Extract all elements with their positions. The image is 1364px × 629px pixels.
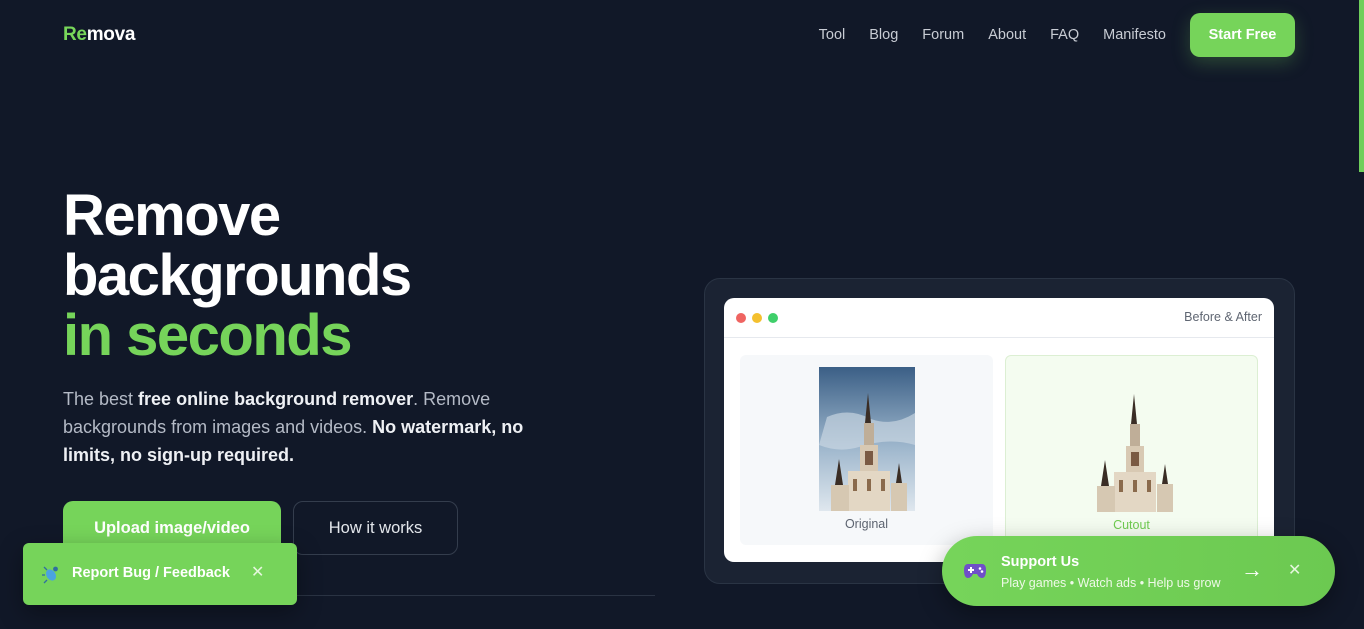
nav-link-forum[interactable]: Forum — [922, 27, 964, 43]
support-us-close-icon[interactable]: ✕ — [1288, 560, 1301, 580]
cutout-panel: Cutout — [1005, 355, 1258, 545]
report-bug-close-icon[interactable]: ✕ — [251, 562, 264, 582]
hero-title: Remove backgrounds in seconds — [63, 183, 412, 368]
nav-link-tool[interactable]: Tool — [819, 27, 846, 43]
cutout-label: Cutout — [1113, 518, 1150, 532]
arrow-right-icon[interactable]: → — [1241, 557, 1263, 583]
hero-title-line3: in seconds — [63, 303, 352, 368]
window-titlebar: Before & After — [724, 298, 1274, 338]
nav-link-blog[interactable]: Blog — [869, 27, 898, 43]
support-us-description: Play games • Watch ads • Help us grow — [1001, 576, 1221, 590]
original-image — [819, 367, 915, 511]
window-title: Before & After — [1184, 310, 1262, 324]
start-free-button[interactable]: Start Free — [1190, 13, 1295, 57]
support-us-toast[interactable]: Support Us Play games • Watch ads • Help… — [942, 536, 1335, 606]
logo[interactable]: Remova — [63, 24, 135, 46]
support-us-title: Support Us — [1001, 554, 1080, 570]
nav-link-about[interactable]: About — [988, 27, 1026, 43]
original-panel: Original — [740, 355, 993, 545]
nav-link-faq[interactable]: FAQ — [1050, 27, 1079, 43]
original-label: Original — [844, 517, 889, 531]
report-bug-label: Report Bug / Feedback — [72, 565, 230, 581]
hero-sub-part1: The best — [63, 389, 139, 409]
scroll-indicator[interactable] — [1359, 0, 1364, 172]
top-nav: Tool Blog Forum About FAQ Manifesto Star… — [819, 13, 1295, 57]
report-bug-toast[interactable]: Report Bug / Feedback ✕ — [23, 543, 297, 605]
hero-subtitle: The best free online background remover.… — [63, 385, 563, 469]
gamepad-icon — [964, 564, 986, 578]
hero-sub-bold1: free online background remover — [138, 389, 414, 409]
hero-title-line1: Remove — [63, 183, 281, 248]
hero-title-line2: backgrounds — [63, 243, 412, 308]
bug-icon — [42, 566, 58, 584]
logo-accent: Re — [63, 24, 87, 45]
how-it-works-button[interactable]: How it works — [293, 501, 458, 555]
window-dot-green — [768, 313, 778, 323]
window-dot-yellow — [752, 313, 762, 323]
cutout-image — [1097, 394, 1173, 512]
before-after-window: Before & After Original Cutout — [724, 298, 1274, 562]
nav-link-manifesto[interactable]: Manifesto — [1103, 27, 1166, 43]
page: Remova Tool Blog Forum About FAQ Manifes… — [0, 0, 1364, 629]
logo-rest: mova — [86, 24, 136, 45]
window-dot-red — [736, 313, 746, 323]
